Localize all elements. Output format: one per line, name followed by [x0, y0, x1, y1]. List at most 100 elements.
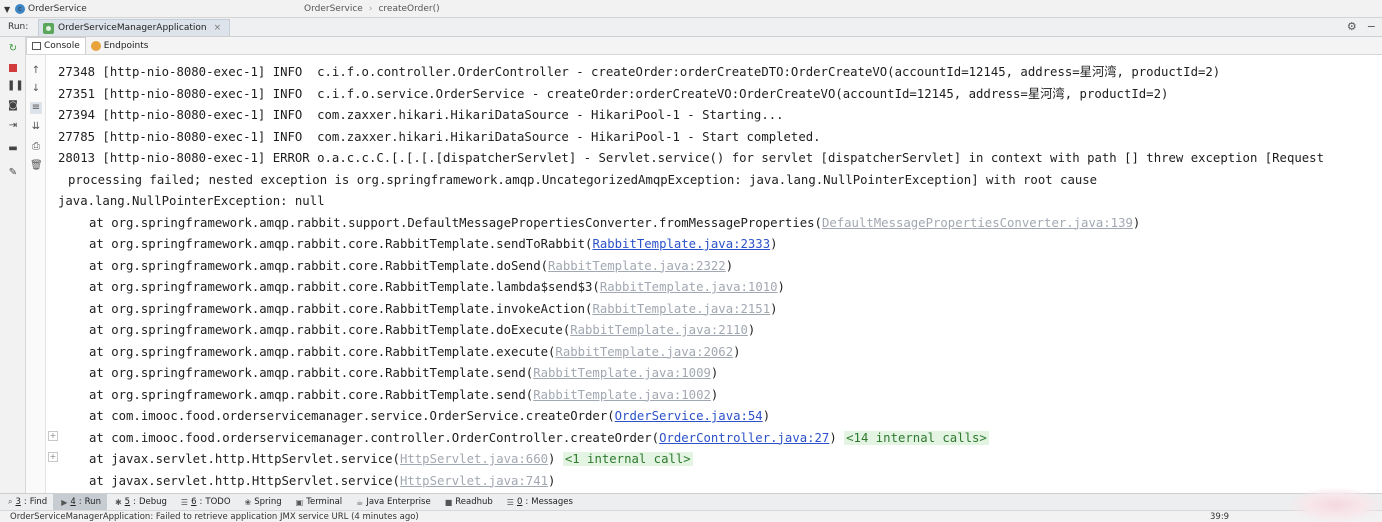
pause-icon[interactable]: ❚❚	[7, 80, 24, 92]
stack-trace-line: at javax.servlet.http.HttpServlet.servic…	[58, 471, 1378, 493]
internal-calls-fold[interactable]: <14 internal calls>	[844, 430, 989, 445]
print-icon[interactable]: ⎙	[30, 141, 42, 153]
tab-console-label: Console	[44, 41, 80, 51]
rerun-icon[interactable]: ↻	[7, 43, 19, 55]
tab-console[interactable]: Console	[26, 37, 86, 54]
tool-tab-debug[interactable]: ✱ 5: Debug	[107, 494, 173, 510]
readhub-icon: ■	[444, 497, 453, 507]
stack-frame-method: at org.springframework.amqp.rabbit.core.…	[89, 323, 571, 337]
stack-frame-suffix: )	[548, 473, 556, 488]
exit-icon[interactable]: ⇥	[7, 120, 19, 132]
chevron-down-icon[interactable]: ▼	[4, 5, 12, 14]
fold-expand-icon[interactable]: +	[48, 431, 58, 441]
pin-icon[interactable]: ✎	[7, 167, 19, 179]
soft-wrap-icon[interactable]: ≡	[30, 102, 42, 114]
run-icon: ▶	[61, 497, 68, 507]
stack-frame-method: at javax.servlet.http.HttpServlet.servic…	[89, 452, 400, 466]
source-link[interactable]: HttpServlet.java:741	[400, 474, 548, 488]
stack-frame-method: at org.springframework.amqp.rabbit.suppo…	[89, 215, 822, 230]
log-line: 27394 [http-nio-8080-exec-1] INFO com.za…	[58, 108, 784, 122]
source-link[interactable]: RabbitTemplate.java:2322	[548, 259, 726, 273]
source-link[interactable]: OrderService.java:54	[615, 409, 763, 423]
source-link[interactable]: RabbitTemplate.java:1002	[533, 388, 711, 402]
tool-tab-run[interactable]: ▶ 4: Run	[53, 494, 107, 510]
scroll-to-end-icon[interactable]: ⇊	[30, 121, 42, 133]
stop-icon[interactable]	[9, 64, 17, 72]
watermark-blur	[1290, 488, 1382, 522]
run-window-actions: ⚙ −	[1347, 21, 1376, 33]
todo-icon: ☰	[180, 497, 189, 507]
tool-tab-messages[interactable]: ☰ 0: Messages	[499, 494, 579, 510]
arrow-up-icon[interactable]: ↑	[30, 65, 42, 77]
layout-icon[interactable]: ▬	[7, 143, 19, 155]
run-config-tab[interactable]: OrderServiceManagerApplication ×	[38, 19, 231, 36]
minimize-icon[interactable]: −	[1367, 21, 1376, 33]
debug-icon: ✱	[114, 497, 122, 507]
source-link[interactable]: RabbitTemplate.java:2151	[592, 302, 770, 316]
terminal-icon: ▣	[295, 497, 304, 507]
tool-tab-readhub[interactable]: ■ Readhub	[437, 494, 499, 510]
log-line: 27785 [http-nio-8080-exec-1] INFO com.za…	[58, 129, 821, 144]
stack-trace-line: at com.imooc.food.orderservicemanager.co…	[58, 428, 1378, 450]
search-icon: ⌕	[8, 497, 13, 506]
source-link[interactable]: RabbitTemplate.java:2062	[555, 345, 733, 359]
messages-icon: ☰	[506, 497, 514, 507]
stack-frame-method: at org.springframework.amqp.rabbit.core.…	[89, 237, 593, 251]
console-subtabs: Console Endpoints	[26, 37, 1382, 55]
camera-icon[interactable]: ◙	[7, 100, 19, 112]
stack-frame-suffix: )	[733, 344, 741, 359]
run-config-tab-label: OrderServiceManagerApplication	[58, 23, 207, 33]
tool-tab-terminal[interactable]: ▣ Terminal	[288, 494, 348, 510]
stack-frame-suffix: )	[710, 387, 719, 402]
stack-trace-line: at org.springframework.amqp.rabbit.core.…	[58, 299, 1378, 321]
log-line: 27351 [http-nio-8080-exec-1] INFO c.i.f.…	[58, 86, 1169, 101]
close-icon[interactable]: ×	[214, 23, 222, 33]
tab-endpoints-label: Endpoints	[103, 40, 149, 51]
tool-tab-todo[interactable]: ☰ 6: TODO	[173, 494, 237, 510]
arrow-down-icon[interactable]: ↓	[30, 83, 42, 95]
source-link[interactable]: HttpServlet.java:660	[400, 452, 548, 466]
stack-frame-method: at org.springframework.amqp.rabbit.core.…	[89, 301, 593, 316]
stack-trace-line: at org.springframework.amqp.rabbit.core.…	[58, 342, 1378, 364]
source-link[interactable]: RabbitTemplate.java:1009	[533, 366, 711, 380]
top-navigation-bar: ▼ c OrderService OrderService › createOr…	[0, 0, 1382, 18]
status-bar: OrderServiceManagerApplication: Failed t…	[0, 510, 1382, 522]
stack-frame-method: at com.imooc.food.orderservicemanager.co…	[89, 430, 660, 445]
stack-frame-suffix: )	[829, 430, 845, 445]
run-label: Run:	[8, 22, 29, 32]
stack-trace-line: at org.springframework.amqp.rabbit.core.…	[58, 277, 1378, 299]
stack-frame-suffix: )	[762, 409, 771, 423]
tool-tab-shortcut: 4	[70, 497, 76, 507]
console-output[interactable]: 27348 [http-nio-8080-exec-1] INFO c.i.f.…	[58, 62, 1378, 492]
source-link[interactable]: RabbitTemplate.java:2333	[592, 237, 770, 251]
caret-position[interactable]: 39:9	[1210, 512, 1229, 522]
stack-trace-line: at org.springframework.amqp.rabbit.core.…	[58, 320, 1378, 342]
tool-tab-label: Debug	[138, 497, 167, 507]
run-toolbar: Run: OrderServiceManagerApplication × ⚙ …	[0, 18, 1382, 37]
stack-frame-suffix: )	[1132, 215, 1141, 230]
stack-frame-method: at org.springframework.amqp.rabbit.core.…	[89, 387, 534, 402]
run-side-toolbar: ↻ ❚❚ ◙ ⇥ ▬ ✎	[0, 37, 26, 493]
tree-item-label: OrderService	[28, 4, 87, 14]
source-link[interactable]: OrderController.java:27	[659, 431, 829, 445]
breadcrumb-item-method[interactable]: createOrder()	[378, 4, 439, 14]
stack-trace-line: at com.imooc.food.orderservicemanager.se…	[58, 406, 1378, 428]
stack-trace-line: at org.springframework.amqp.rabbit.core.…	[58, 256, 1378, 278]
source-link[interactable]: RabbitTemplate.java:1010	[600, 280, 778, 294]
tool-tab-find[interactable]: ⌕ 3: Find	[0, 494, 53, 510]
tab-endpoints[interactable]: Endpoints	[86, 37, 154, 54]
source-link[interactable]: RabbitTemplate.java:2110	[570, 323, 748, 337]
tool-tab-java-enterprise[interactable]: ☕ Java Enterprise	[348, 494, 437, 510]
stack-frame-method: at javax.servlet.http.HttpServlet.servic…	[89, 473, 400, 488]
project-tree-item[interactable]: ▼ c OrderService	[4, 3, 87, 15]
source-link[interactable]: DefaultMessagePropertiesConverter.java:1…	[822, 216, 1133, 230]
tool-tab-colon: :	[133, 497, 136, 507]
internal-calls-fold[interactable]: <1 internal call>	[562, 452, 693, 466]
breadcrumb-item-class[interactable]: OrderService	[304, 4, 363, 14]
trash-icon[interactable]: 🗑	[30, 160, 43, 172]
tool-window-bar: ⌕ 3: Find ▶ 4: Run ✱ 5: Debug ☰ 6: TODO ❀ Spring ▣ Term…	[0, 493, 1382, 510]
log-line: 28013 [http-nio-8080-exec-1] ERROR o.a.c…	[58, 151, 1324, 165]
gear-icon[interactable]: ⚙	[1347, 21, 1357, 33]
fold-expand-icon[interactable]: +	[48, 452, 58, 462]
tool-tab-spring[interactable]: ❀ Spring	[237, 494, 288, 510]
